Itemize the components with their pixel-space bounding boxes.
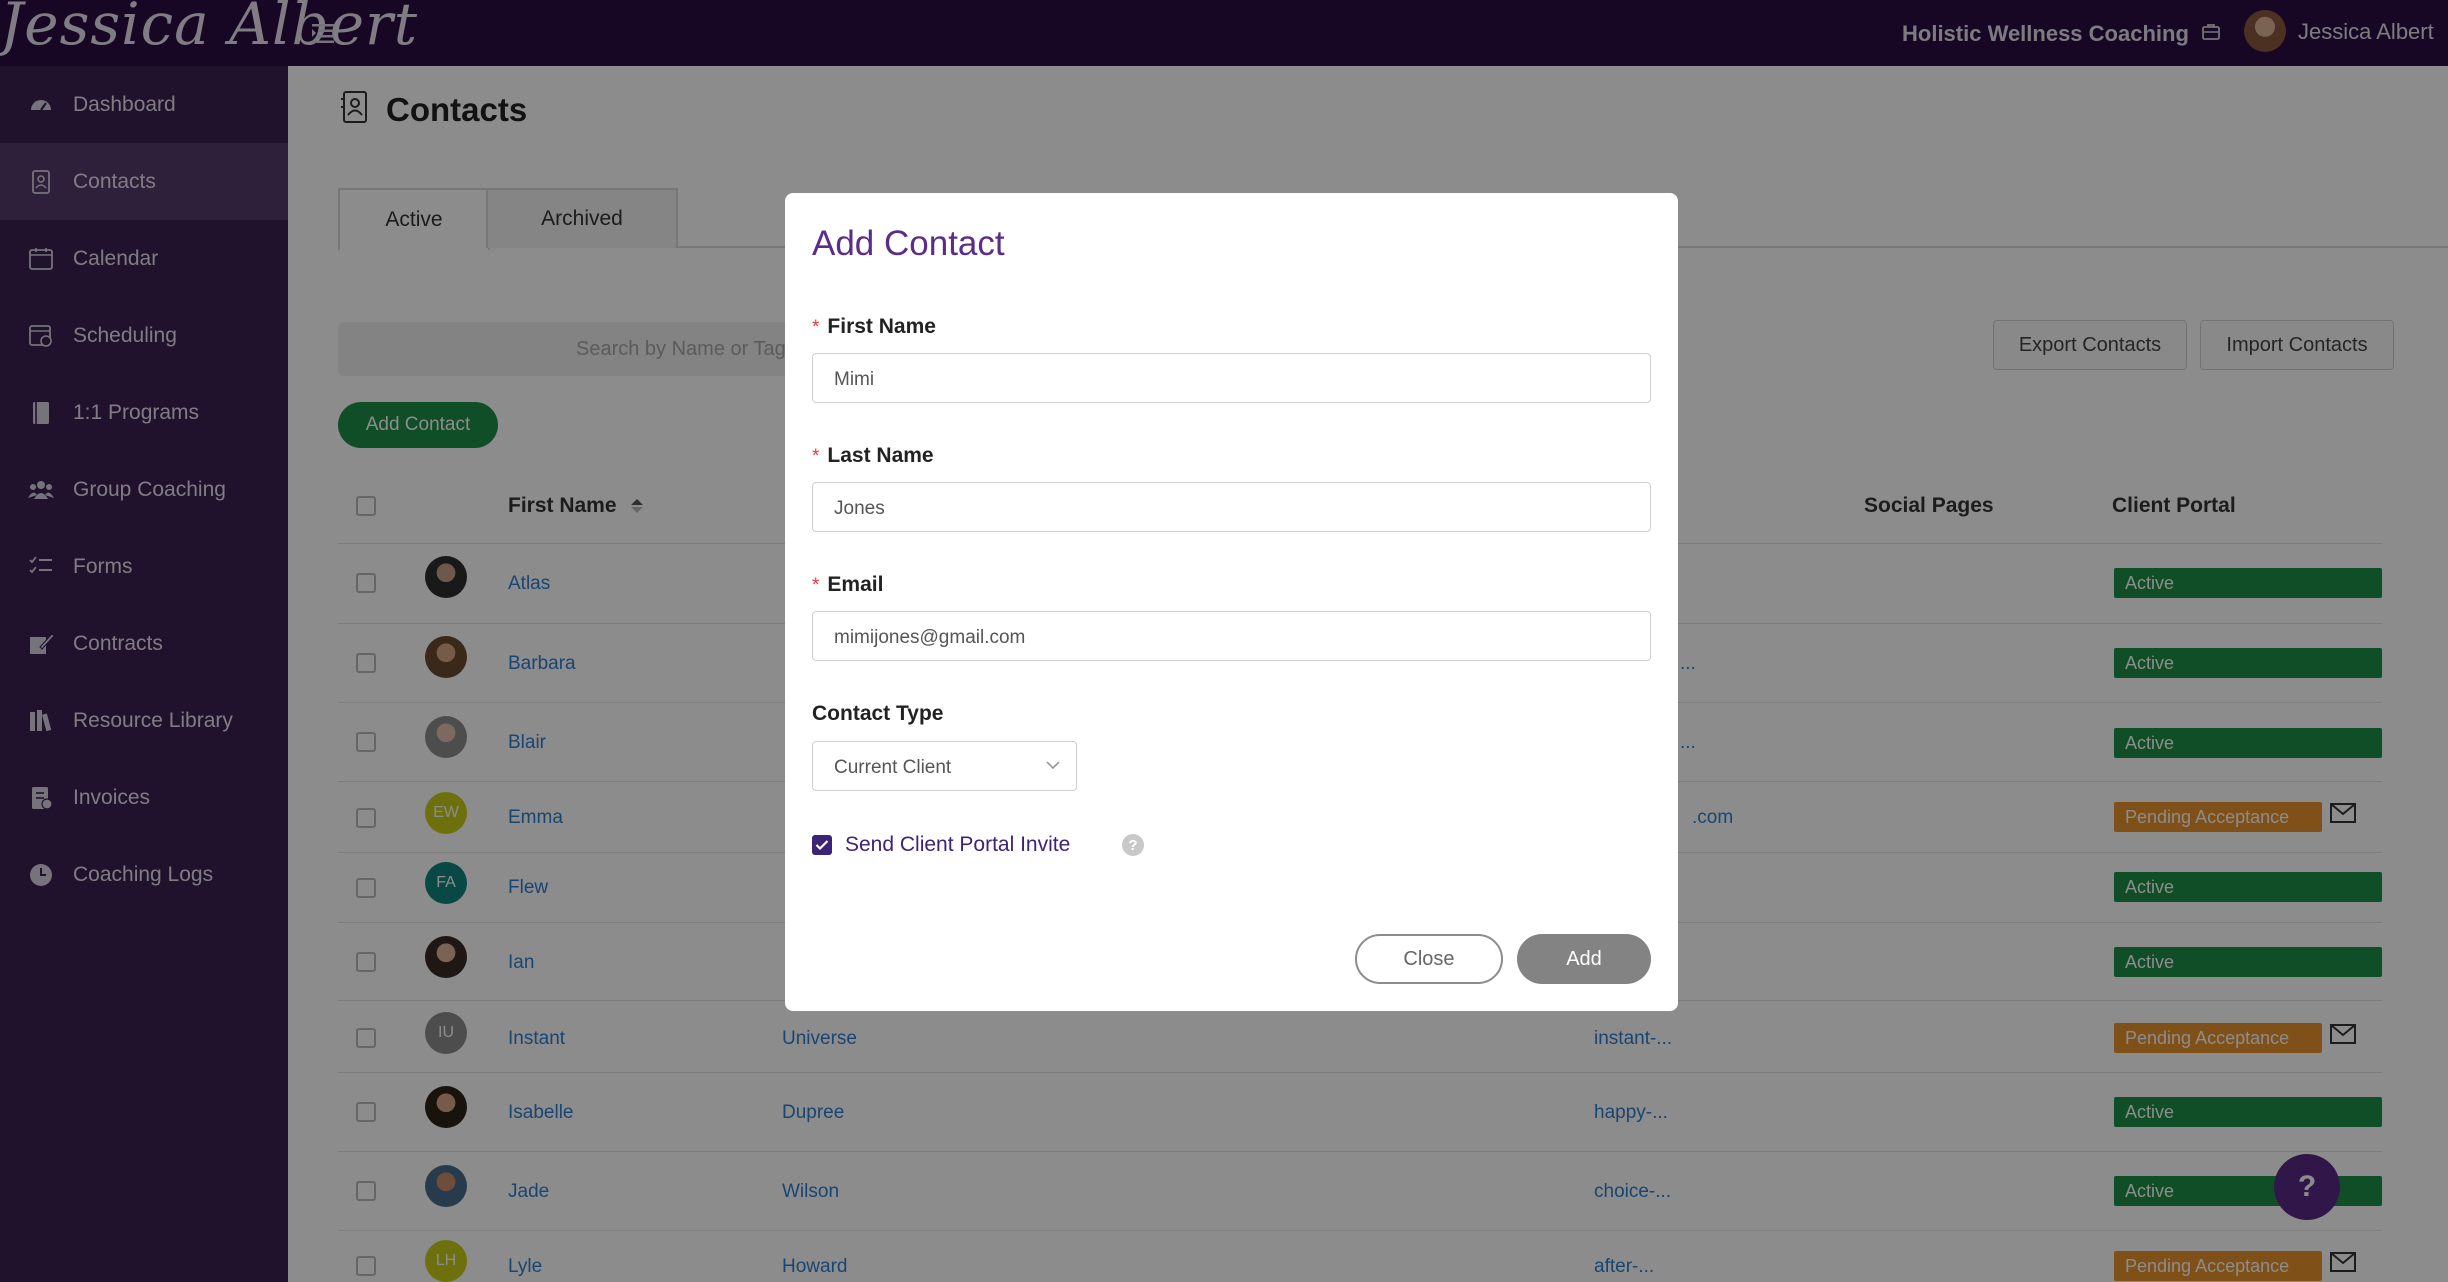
- first-name-label: * First Name: [812, 315, 936, 339]
- contact-type-value: Current Client: [834, 757, 952, 778]
- last-name-label: * Last Name: [812, 444, 934, 468]
- send-invite-checkbox[interactable]: [812, 835, 832, 855]
- required-mark: *: [812, 317, 820, 338]
- first-name-label-text: First Name: [827, 315, 936, 338]
- email-value: mimijones@gmail.com: [834, 627, 1026, 648]
- dialog-title: Add Contact: [812, 224, 1005, 263]
- contact-type-select[interactable]: Current Client: [812, 741, 1077, 791]
- last-name-label-text: Last Name: [827, 444, 934, 467]
- close-button[interactable]: Close: [1355, 934, 1503, 984]
- chevron-down-icon: [1046, 761, 1060, 770]
- first-name-value: Mimi: [834, 369, 875, 390]
- email-label: * Email: [812, 573, 883, 597]
- last-name-value: Jones: [834, 498, 885, 519]
- help-icon[interactable]: ?: [1122, 834, 1144, 856]
- required-mark: *: [812, 575, 820, 596]
- contact-type-label: Contact Type: [812, 702, 944, 725]
- email-label-text: Email: [827, 573, 884, 596]
- first-name-field[interactable]: Mimi: [812, 353, 1651, 403]
- email-field[interactable]: mimijones@gmail.com: [812, 611, 1651, 661]
- required-mark: *: [812, 446, 820, 467]
- send-invite-label[interactable]: Send Client Portal Invite: [845, 833, 1070, 857]
- last-name-field[interactable]: Jones: [812, 482, 1651, 532]
- add-contact-dialog: Add Contact * First Name Mimi * Last Name …: [785, 193, 1678, 1011]
- check-icon: [815, 840, 829, 851]
- add-button[interactable]: Add: [1517, 934, 1651, 984]
